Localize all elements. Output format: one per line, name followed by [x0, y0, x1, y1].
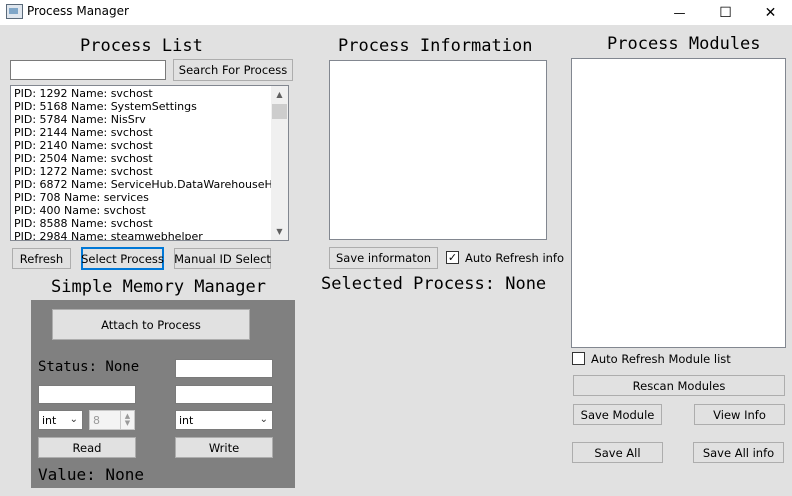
app-icon	[6, 4, 23, 19]
checkmark-icon: ✓	[447, 251, 458, 264]
read-type-select[interactable]: int ⌄	[38, 410, 83, 430]
save-all-button[interactable]: Save All	[572, 442, 663, 463]
write-type-value: int	[179, 413, 194, 427]
minimize-icon: —	[673, 5, 686, 20]
chevron-down-icon: ⌄	[69, 414, 78, 425]
write-type-select[interactable]: int ⌄	[175, 410, 273, 430]
process-info-textarea[interactable]	[329, 60, 547, 240]
attach-to-process-button[interactable]: Attach to Process	[52, 309, 250, 340]
value-label: Value: None	[38, 465, 144, 484]
window-title: Process Manager	[27, 4, 129, 18]
process-list-item[interactable]: PID: 2144 Name: svchost	[11, 126, 288, 139]
chevron-down-icon: ⌄	[259, 414, 268, 425]
minimize-button[interactable]: —	[657, 0, 702, 25]
status-label: Status: None	[38, 359, 140, 375]
process-list-item[interactable]: PID: 5784 Name: NisSrv	[11, 113, 288, 126]
write-value-input[interactable]	[175, 385, 273, 404]
memory-manager-heading: Simple Memory Manager	[51, 277, 266, 297]
memory-manager-panel: Attach to Process Status: None int ⌄ 8 ▲…	[31, 300, 295, 488]
manual-id-select-button[interactable]: Manual ID Select	[174, 248, 271, 269]
process-list-item[interactable]: PID: 2504 Name: svchost	[11, 152, 288, 165]
selected-process-label: Selected Process: None	[321, 274, 547, 294]
process-list-item[interactable]: PID: 400 Name: svchost	[11, 204, 288, 217]
auto-refresh-modules-label: Auto Refresh Module list	[591, 352, 731, 366]
scroll-thumb[interactable]	[272, 104, 287, 119]
process-search-input[interactable]	[10, 60, 166, 80]
refresh-button[interactable]: Refresh	[12, 248, 71, 269]
process-list-item[interactable]: PID: 708 Name: services	[11, 191, 288, 204]
maximize-icon: ☐	[719, 4, 732, 21]
process-modules-listbox[interactable]	[571, 58, 786, 348]
read-size-value: 8	[93, 413, 100, 427]
process-modules-heading: Process Modules	[607, 34, 761, 54]
close-icon: ✕	[764, 4, 777, 21]
save-all-info-button[interactable]: Save All info	[693, 442, 784, 463]
read-address-input[interactable]	[38, 385, 136, 404]
stepper-arrows-icon[interactable]: ▲ ▼	[120, 411, 134, 429]
process-listbox[interactable]: PID: 1292 Name: svchost PID: 5168 Name: S…	[10, 85, 289, 241]
close-button[interactable]: ✕	[748, 0, 792, 25]
address-input[interactable]	[175, 359, 273, 378]
auto-refresh-modules-checkbox[interactable]	[572, 352, 585, 365]
view-info-button[interactable]: View Info	[694, 404, 785, 425]
process-list-item[interactable]: PID: 5168 Name: SystemSettings	[11, 100, 288, 113]
select-process-button[interactable]: Select Process	[81, 247, 164, 270]
process-list-item[interactable]: PID: 1292 Name: svchost	[11, 87, 288, 100]
auto-refresh-info-checkbox[interactable]: ✓	[446, 251, 459, 264]
main-client-area: Process List Search For Process PID: 129…	[0, 25, 792, 496]
scroll-up-icon[interactable]: ▲	[271, 86, 288, 103]
process-info-heading: Process Information	[338, 36, 533, 56]
read-size-stepper[interactable]: 8 ▲ ▼	[89, 410, 135, 430]
read-button[interactable]: Read	[38, 437, 136, 458]
process-list-item[interactable]: PID: 2140 Name: svchost	[11, 139, 288, 152]
process-list-heading: Process List	[80, 36, 203, 56]
write-button[interactable]: Write	[175, 437, 273, 458]
maximize-button[interactable]: ☐	[703, 0, 748, 25]
process-list-item[interactable]: PID: 2984 Name: steamwebhelper	[11, 230, 288, 240]
process-list-item[interactable]: PID: 1272 Name: svchost	[11, 165, 288, 178]
save-module-button[interactable]: Save Module	[573, 404, 662, 425]
process-list-item[interactable]: PID: 8588 Name: svchost	[11, 217, 288, 230]
auto-refresh-info-label: Auto Refresh info	[465, 251, 565, 265]
read-type-value: int	[42, 413, 57, 427]
title-bar: Process Manager — ☐ ✕	[0, 0, 792, 25]
scroll-down-icon[interactable]: ▼	[271, 223, 288, 240]
process-list-item[interactable]: PID: 6872 Name: ServiceHub.DataWarehouse…	[11, 178, 288, 191]
search-for-process-button[interactable]: Search For Process	[173, 59, 293, 81]
process-list-scrollbar[interactable]: ▲ ▼	[271, 86, 288, 240]
save-information-button[interactable]: Save informaton	[329, 247, 438, 269]
rescan-modules-button[interactable]: Rescan Modules	[573, 375, 785, 396]
